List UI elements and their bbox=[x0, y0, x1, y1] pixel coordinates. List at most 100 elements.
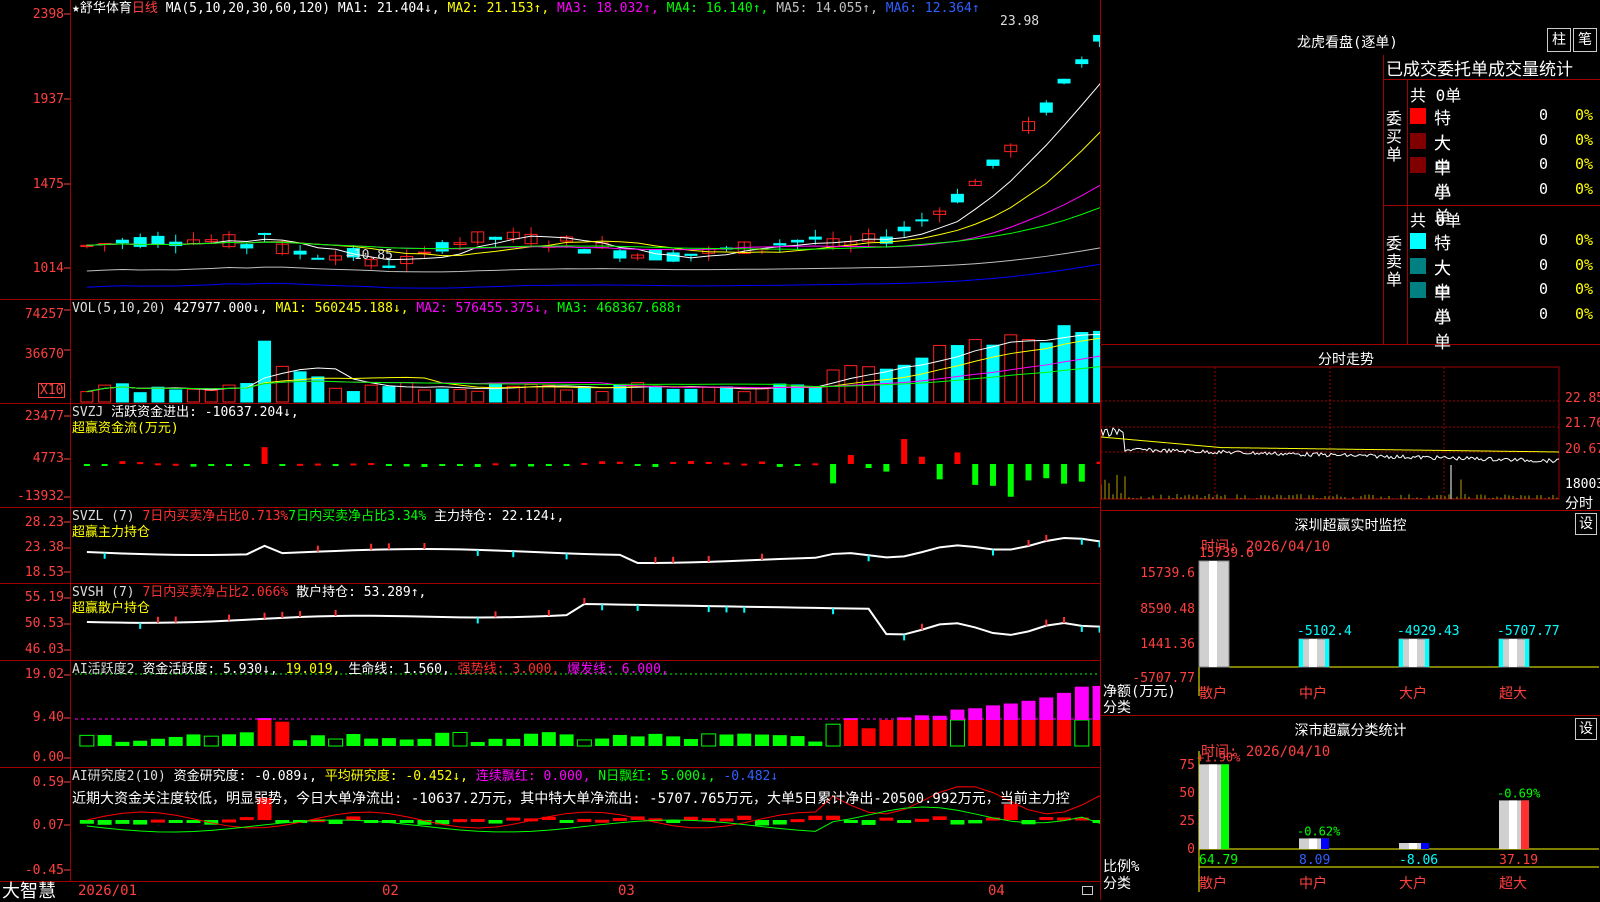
volume-panel[interactable]: 74257 36670 X10 VOL(5,10,20) 427977.000↓… bbox=[0, 299, 1100, 404]
star-icon[interactable]: ★ bbox=[72, 1, 80, 16]
intraday-y-label: 20.67 bbox=[1565, 442, 1600, 457]
research-bar bbox=[844, 820, 858, 823]
indicator-line bbox=[87, 538, 1100, 563]
sz-monitor-panel[interactable]: 深圳超赢实时监控 设 时间: 2026/04/10 15739.6散户-5102… bbox=[1100, 511, 1600, 716]
candle-body bbox=[898, 227, 910, 231]
svzj-title: SVZJ bbox=[72, 405, 103, 420]
candle-body bbox=[259, 233, 271, 234]
candle-body bbox=[1040, 103, 1052, 112]
ai2-p1: 资金研究度: -0.089↓, bbox=[174, 769, 317, 784]
price-header: ★舒华体育日线 MA(5,10,20,30,60,120) MA1: 21.40… bbox=[72, 1, 980, 17]
brand-label[interactable]: 大智慧 bbox=[2, 882, 56, 901]
ratio-bar-chart[interactable]: +1.90%64.79散户-0.62%8.09中户-8.06大户-0.69%37… bbox=[1101, 716, 1600, 900]
activity-bar bbox=[648, 734, 662, 746]
activity-bar bbox=[595, 739, 609, 746]
ratio-bar-shine bbox=[1509, 800, 1517, 849]
flow-bar bbox=[102, 464, 108, 466]
flow-bar bbox=[581, 463, 587, 465]
intraday-panel[interactable]: 分时走势 22.85 21.76 20.67 18003 分时 bbox=[1100, 345, 1600, 511]
activity-bar bbox=[1039, 720, 1053, 746]
flow-bar bbox=[777, 464, 783, 467]
price-panel[interactable]: 2398 1937 1475 1014 ★舒华体育日线 MA(5,10,20,3… bbox=[0, 0, 1100, 299]
ai1-p5: 爆发线: 6.000, bbox=[567, 662, 669, 677]
flow-bar bbox=[404, 464, 410, 466]
longhu-panel[interactable]: 龙虎看盘(逐单) 柱 笔 已成交委托单成交量统计 委买单 共 0单 特大00%大… bbox=[1100, 0, 1600, 344]
category-label: 大户 bbox=[1399, 875, 1427, 892]
research-chart[interactable] bbox=[0, 768, 1100, 882]
ai2-title: AI研究度2(10) bbox=[72, 769, 166, 784]
activity-bar bbox=[933, 720, 947, 746]
candlestick-chart[interactable] bbox=[0, 0, 1100, 299]
order-count: 0 bbox=[1539, 256, 1548, 274]
candle-body bbox=[649, 250, 661, 259]
ratio-bar-shine bbox=[1309, 838, 1317, 849]
sz-stat-panel[interactable]: 深市超赢分类统计 设 时间: 2026/04/10 +1.90%64.79散户-… bbox=[1100, 716, 1600, 900]
ai-research-header: AI研究度2(10) 资金研究度: -0.089↓, 平均研究度: -0.452… bbox=[72, 769, 778, 785]
ai-activity-panel[interactable]: 19.02 9.40 0.00 AI活跃度2 资金活跃度: 5.930↓, 19… bbox=[0, 660, 1100, 768]
intraday-chart[interactable] bbox=[1101, 345, 1600, 511]
ma1-value: MA1: 21.404↓, bbox=[338, 1, 440, 16]
ma2-line bbox=[87, 90, 1100, 256]
activity-bar bbox=[400, 740, 414, 746]
flow-bar bbox=[493, 463, 499, 465]
flow-bar bbox=[759, 462, 765, 464]
volume-bar bbox=[276, 366, 288, 402]
y-label: 8590.48 bbox=[1123, 602, 1195, 617]
activity-bar bbox=[631, 736, 645, 746]
longhu-tabs[interactable]: 已成交委托单成交量统计 bbox=[1383, 55, 1573, 80]
research-bar bbox=[577, 819, 591, 822]
order-count: 0 bbox=[1539, 231, 1548, 249]
column-view-button[interactable]: 柱 bbox=[1547, 28, 1571, 52]
volume-bar bbox=[1076, 333, 1088, 402]
buy-side-label: 委买单 bbox=[1386, 110, 1404, 164]
activity-bar bbox=[364, 739, 378, 746]
svzl-p3: 主力持仓: 22.124↓, bbox=[434, 509, 564, 524]
flow-bar bbox=[137, 462, 143, 464]
lock-icon[interactable] bbox=[1082, 886, 1093, 895]
volume-bar bbox=[880, 369, 892, 402]
flow-bar bbox=[990, 464, 996, 486]
ma4-value: MA4: 16.140↑, bbox=[667, 1, 769, 16]
activity-bar-top bbox=[968, 708, 982, 720]
research-comment: 近期大资金关注度较低，明显弱势，今日大单净流出: -10637.2万元，其中特大… bbox=[72, 788, 1098, 808]
bar-value-label: -8.06 bbox=[1399, 853, 1438, 868]
research-bar bbox=[80, 820, 94, 824]
category-label: 中户 bbox=[1299, 685, 1327, 702]
activity-bar bbox=[1075, 720, 1089, 746]
sell-total: 共 0单 bbox=[1410, 207, 1461, 231]
research-bar bbox=[115, 820, 129, 824]
period-label[interactable]: 日线 bbox=[132, 1, 158, 16]
volume-bar bbox=[330, 388, 342, 402]
activity-bar bbox=[702, 734, 716, 746]
flow-bar bbox=[866, 464, 872, 468]
activity-bar bbox=[382, 738, 396, 746]
research-bar bbox=[808, 816, 822, 820]
svzl-panel[interactable]: 28.23 23.38 18.53 SVZL (7) 7日内买卖净占比0.713… bbox=[0, 507, 1100, 584]
research-bar bbox=[240, 817, 254, 820]
x-label: 2026/01 bbox=[78, 883, 137, 899]
research-bar bbox=[826, 816, 840, 820]
flow-bar bbox=[368, 463, 374, 465]
activity-bar bbox=[293, 740, 307, 746]
activity-bar bbox=[453, 733, 467, 746]
ai-research-panel[interactable]: 0.59 0.07 -0.45 AI研究度2(10) 资金研究度: -0.089… bbox=[0, 767, 1100, 882]
flow-bar bbox=[883, 464, 889, 472]
activity-bar bbox=[915, 720, 929, 746]
ratio-bar-edge bbox=[1221, 764, 1229, 849]
flow-bar bbox=[528, 464, 534, 466]
volume-bar bbox=[756, 389, 768, 402]
svzj-panel[interactable]: 23477 4773 -13932 SVZJ 活跃资金进出: -10637.20… bbox=[0, 403, 1100, 508]
research-bar bbox=[98, 820, 112, 825]
color-swatch bbox=[1410, 133, 1426, 149]
ma3-value: MA3: 18.032↑, bbox=[557, 1, 659, 16]
activity-bar bbox=[986, 720, 1000, 746]
activity-bar bbox=[950, 720, 964, 746]
volume-bar bbox=[951, 346, 963, 402]
volume-bar bbox=[596, 392, 608, 402]
flow-bar bbox=[919, 457, 925, 464]
stroke-view-button[interactable]: 笔 bbox=[1573, 28, 1597, 52]
vol-ma3: MA3: 468367.688↑ bbox=[557, 301, 682, 316]
svsh-panel[interactable]: 55.19 50.53 46.03 SVSH (7) 7日内买卖净占比2.066… bbox=[0, 583, 1100, 661]
flow-bar bbox=[155, 463, 161, 465]
candle-body bbox=[490, 237, 502, 239]
